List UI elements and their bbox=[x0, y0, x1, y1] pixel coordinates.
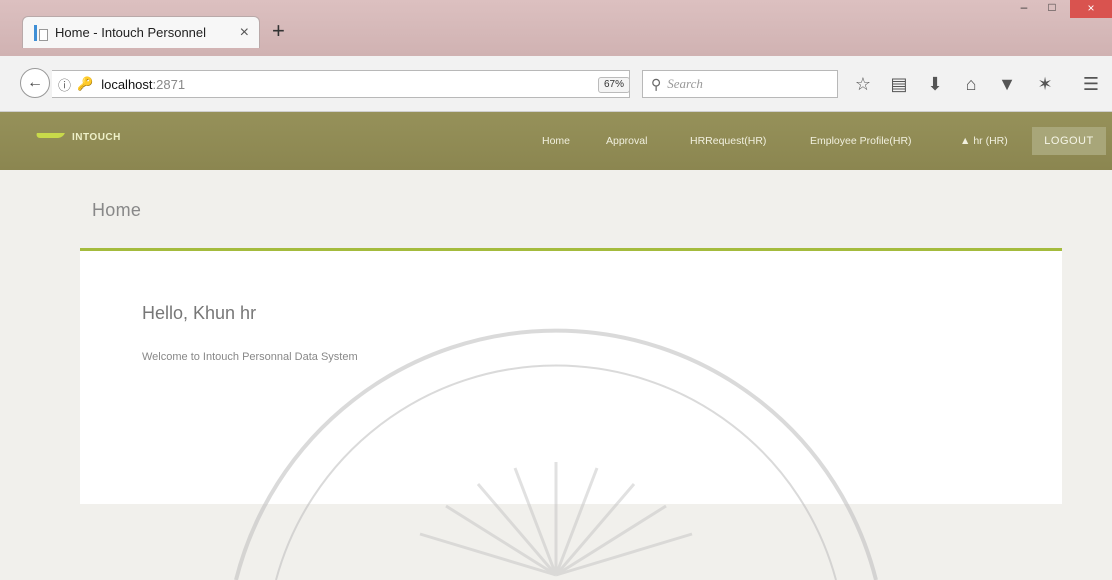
window-maximize-button[interactable]: □ bbox=[1040, 0, 1064, 16]
welcome-card: Hello, Khun hr Welcome to Intouch Person… bbox=[80, 248, 1062, 504]
nav-hr-request[interactable]: HRRequest(HR) bbox=[690, 135, 766, 147]
window-close-button[interactable]: × bbox=[1070, 0, 1112, 18]
nav-approval-wrap: Approval bbox=[606, 112, 647, 170]
new-tab-button[interactable]: + bbox=[272, 18, 285, 44]
menu-icon[interactable]: ☰ bbox=[1080, 74, 1102, 95]
nav-hrrequest-wrap: HRRequest(HR) bbox=[690, 112, 766, 170]
tab-close-icon[interactable]: × bbox=[240, 24, 249, 42]
pocket-icon[interactable]: ▼ bbox=[996, 74, 1018, 95]
url-port: :2871 bbox=[152, 76, 186, 92]
nav-user[interactable]: ▲ hr (HR) bbox=[960, 135, 1008, 147]
nav-employee-profile-wrap: Employee Profile(HR) bbox=[810, 112, 912, 170]
nav-menu: Home bbox=[542, 112, 570, 170]
logo-swoosh-icon bbox=[36, 133, 70, 143]
greeting-text: Hello, Khun hr bbox=[142, 303, 257, 323]
nav-employee-profile[interactable]: Employee Profile(HR) bbox=[810, 135, 912, 147]
nav-user-wrap: ▲ hr (HR) bbox=[960, 112, 1008, 170]
search-placeholder: Search bbox=[667, 76, 703, 91]
page-title: Home bbox=[92, 200, 142, 220]
address-bar[interactable]: ⓘ 🔑 localhost :2871 67% ↻ bbox=[52, 70, 669, 98]
app-header: INTOUCH Home Approval HRRequest(HR) Empl… bbox=[0, 112, 1112, 170]
search-input[interactable]: ⚲ Search bbox=[642, 70, 838, 98]
nav-approval[interactable]: Approval bbox=[606, 135, 647, 147]
bookmark-star-icon[interactable]: ☆ bbox=[852, 74, 874, 95]
nav-user-label: hr (HR) bbox=[973, 135, 1008, 147]
extension-icon[interactable]: ✶ bbox=[1034, 74, 1056, 95]
tab-title: Home - Intouch Personnel bbox=[55, 25, 207, 40]
browser-window: Home - Intouch Personnel × + – □ × ← ⓘ 🔑… bbox=[0, 0, 1112, 580]
reading-list-icon[interactable]: ▤ bbox=[888, 74, 910, 95]
page-favicon-icon bbox=[33, 24, 48, 41]
logout-button[interactable]: LOGOUT bbox=[1032, 127, 1106, 155]
key-icon: 🔑 bbox=[77, 76, 94, 91]
search-icon: ⚲ bbox=[651, 75, 662, 92]
site-info-icon[interactable]: ⓘ bbox=[58, 75, 71, 94]
welcome-message: Welcome to Intouch Personnal Data System bbox=[142, 351, 358, 363]
browser-toolbar: ← ⓘ 🔑 localhost :2871 67% ↻ ⚲ Search ☆ ▤… bbox=[0, 56, 1112, 112]
user-icon: ▲ bbox=[960, 135, 971, 147]
back-arrow-icon: ← bbox=[27, 74, 43, 91]
browser-tab[interactable]: Home - Intouch Personnel × bbox=[22, 16, 260, 48]
window-minimize-button[interactable]: – bbox=[1012, 0, 1036, 16]
back-button[interactable]: ← bbox=[20, 68, 50, 98]
download-icon[interactable]: ⬇ bbox=[924, 74, 946, 95]
intouch-logo[interactable]: INTOUCH bbox=[36, 132, 121, 143]
zoom-level-badge[interactable]: 67% bbox=[598, 77, 631, 93]
url-host: localhost bbox=[101, 76, 153, 92]
logo-text: INTOUCH bbox=[72, 132, 121, 143]
home-icon[interactable]: ⌂ bbox=[960, 74, 982, 95]
nav-home[interactable]: Home bbox=[542, 135, 570, 147]
tab-strip: Home - Intouch Personnel × + – □ × bbox=[0, 0, 1112, 56]
